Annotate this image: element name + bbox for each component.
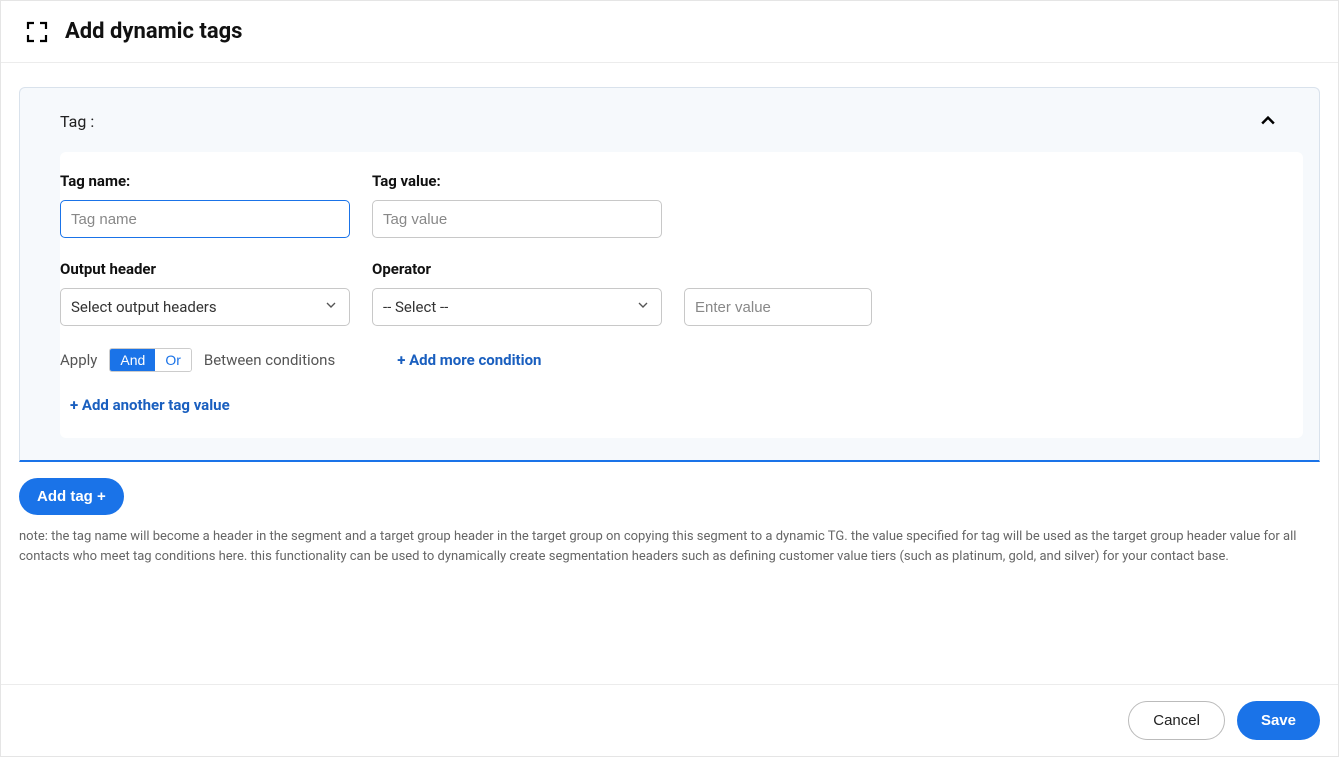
- tag-name-label: Tag name:: [60, 172, 350, 190]
- field-operator: Operator -- Select --: [372, 260, 662, 326]
- add-another-tag-value-row: + Add another tag value: [70, 396, 1277, 414]
- apply-conditions: Apply And Or Between conditions: [60, 348, 335, 372]
- field-output-header: Output header Select output headers: [60, 260, 350, 326]
- operator-label: Operator: [372, 260, 662, 278]
- tag-value-input[interactable]: [372, 200, 662, 238]
- field-tag-name: Tag name:: [60, 172, 350, 238]
- output-header-select[interactable]: Select output headers: [60, 288, 350, 326]
- and-or-toggle: And Or: [109, 348, 191, 372]
- panel-head: Tag :: [20, 88, 1319, 142]
- tag-panel: Tag : Tag name: Tag value:: [19, 87, 1320, 462]
- row-apply-addcond: Apply And Or Between conditions + Add mo…: [60, 348, 1277, 372]
- tag-value-label: Tag value:: [372, 172, 662, 190]
- expand-icon[interactable]: [25, 20, 49, 44]
- operator-selected: -- Select --: [383, 298, 448, 316]
- cancel-button[interactable]: Cancel: [1128, 701, 1225, 740]
- modal-title: Add dynamic tags: [65, 19, 242, 44]
- condition-value-input[interactable]: [684, 288, 872, 326]
- apply-label: Apply: [60, 351, 97, 369]
- tag-name-input[interactable]: [60, 200, 350, 238]
- between-conditions-label: Between conditions: [204, 351, 335, 369]
- note-text: note: the tag name will become a header …: [19, 527, 1319, 566]
- output-header-label: Output header: [60, 260, 350, 278]
- add-tag-button[interactable]: Add tag +: [19, 478, 124, 515]
- modal-body: Tag : Tag name: Tag value:: [1, 63, 1338, 684]
- modal-footer: Cancel Save: [1, 684, 1338, 756]
- operator-select[interactable]: -- Select --: [372, 288, 662, 326]
- tag-section-label: Tag :: [60, 112, 94, 131]
- field-tag-value: Tag value:: [372, 172, 662, 238]
- chevron-up-icon[interactable]: [1257, 110, 1279, 132]
- or-toggle-button[interactable]: Or: [155, 349, 191, 371]
- row-output-operator: Output header Select output headers Oper…: [60, 260, 1277, 326]
- row-name-value: Tag name: Tag value:: [60, 172, 1277, 238]
- chevron-down-icon: [323, 297, 339, 317]
- add-more-condition-link[interactable]: + Add more condition: [397, 351, 541, 369]
- chevron-down-icon: [635, 297, 651, 317]
- add-another-tag-value-link[interactable]: + Add another tag value: [70, 396, 230, 414]
- and-toggle-button[interactable]: And: [110, 349, 155, 371]
- save-button[interactable]: Save: [1237, 701, 1320, 740]
- field-value: [684, 288, 872, 326]
- modal-header: Add dynamic tags: [1, 1, 1338, 63]
- output-header-selected: Select output headers: [71, 298, 217, 316]
- add-dynamic-tags-modal: Add dynamic tags Tag : Tag name:: [0, 0, 1339, 757]
- tag-form: Tag name: Tag value: Output header Selec…: [60, 152, 1303, 438]
